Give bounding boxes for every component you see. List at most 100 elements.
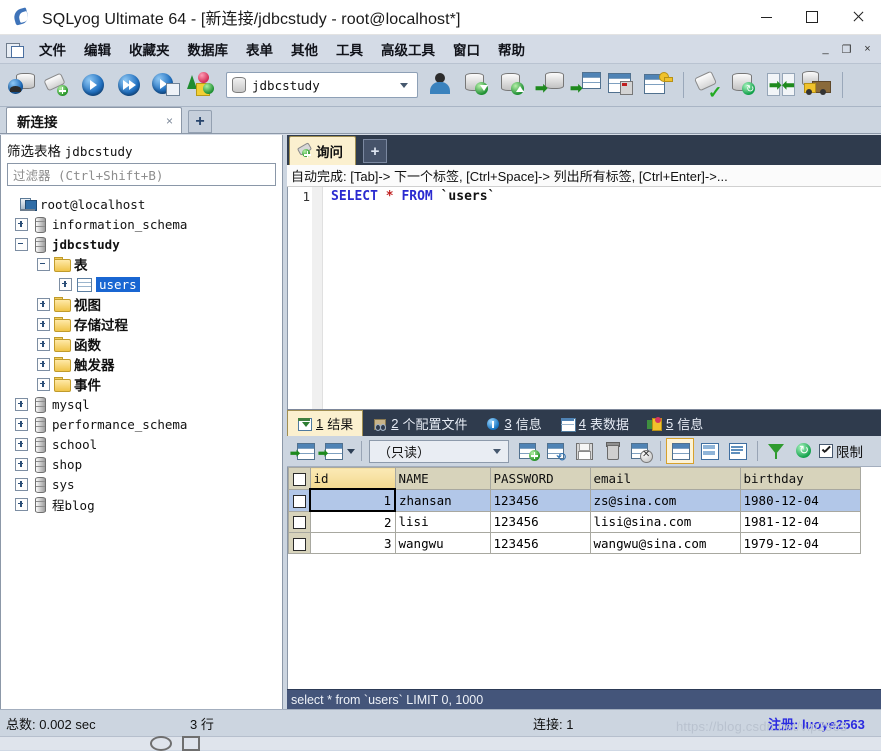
- row-select-checkbox[interactable]: [288, 532, 311, 554]
- close-button[interactable]: [835, 0, 881, 34]
- data-sync-icon[interactable]: ➡ ➡: [763, 68, 797, 102]
- sql-code[interactable]: SELECT * FROM `users`: [323, 187, 881, 409]
- expander-plus-icon[interactable]: [15, 497, 28, 511]
- insert-row-icon[interactable]: [515, 439, 541, 463]
- cell-name[interactable]: wangwu: [394, 532, 491, 554]
- cell-id[interactable]: 3: [309, 532, 396, 554]
- restore-database-icon[interactable]: [496, 68, 530, 102]
- menu-tools[interactable]: 工具: [327, 36, 372, 62]
- sql-editor[interactable]: 1 SELECT * FROM `users`: [287, 187, 881, 409]
- save-changes-icon[interactable]: [571, 439, 597, 463]
- execute-query-new-tab-icon[interactable]: [148, 68, 182, 102]
- user-manager-icon[interactable]: [424, 68, 458, 102]
- new-connection-icon[interactable]: [4, 68, 38, 102]
- results-tab-result[interactable]: 1 结果: [287, 410, 364, 436]
- cell-name[interactable]: lisi: [394, 510, 491, 533]
- add-connection-tab-button[interactable]: +: [188, 110, 212, 133]
- cell-email[interactable]: zs@sina.com: [589, 488, 741, 512]
- tree-node-performance-schema[interactable]: performance_schema: [1, 414, 282, 434]
- results-tab-objects-info[interactable]: 5 信息: [638, 411, 712, 436]
- import-external-data-icon[interactable]: ➡: [532, 68, 566, 102]
- tree-node-triggers-folder[interactable]: 触发器: [1, 354, 282, 374]
- menu-help[interactable]: 帮助: [489, 36, 534, 62]
- row-select-checkbox[interactable]: [288, 510, 311, 533]
- cell-name[interactable]: zhansan: [394, 488, 491, 512]
- refresh-icon[interactable]: ↻: [791, 439, 817, 463]
- new-query-tab-icon[interactable]: [40, 68, 74, 102]
- filter-icon[interactable]: [763, 439, 789, 463]
- form-layout-icon[interactable]: [696, 439, 722, 463]
- table-diagnostics-icon[interactable]: [604, 68, 638, 102]
- tree-node-procedures-folder[interactable]: 存储过程: [1, 314, 282, 334]
- cell-id[interactable]: 1: [309, 488, 396, 512]
- row-select-checkbox[interactable]: [288, 488, 311, 512]
- expander-plus-icon[interactable]: [15, 457, 28, 471]
- results-tab-profile[interactable]: 2 个配置文件: [363, 411, 476, 436]
- expander-plus-icon[interactable]: [15, 477, 28, 491]
- export-as-csv-icon[interactable]: ➡: [568, 68, 602, 102]
- cell-birthday[interactable]: 1979-12-04: [739, 532, 861, 554]
- expander-plus-icon[interactable]: [37, 377, 50, 391]
- cell-password[interactable]: 123456: [489, 488, 591, 512]
- expander-plus-icon[interactable]: [37, 357, 50, 371]
- results-grid[interactable]: id NAME PASSWORD email birthday 1 zhansa…: [287, 467, 881, 689]
- tree-node-school[interactable]: school: [1, 434, 282, 454]
- connection-tab-new[interactable]: 新连接 ×: [6, 107, 182, 133]
- menu-file[interactable]: 文件: [30, 36, 75, 62]
- execute-query-icon[interactable]: [76, 68, 110, 102]
- duplicate-row-icon[interactable]: ⟲: [543, 439, 569, 463]
- column-header-birthday[interactable]: birthday: [739, 467, 861, 490]
- text-layout-icon[interactable]: [724, 439, 750, 463]
- select-all-checkbox[interactable]: [288, 467, 311, 490]
- manage-indexes-icon[interactable]: [640, 68, 674, 102]
- filter-input[interactable]: 过滤器 (Ctrl+Shift+B): [7, 163, 276, 186]
- query-tab[interactable]: 询问: [289, 136, 356, 165]
- menu-powertools[interactable]: 高级工具: [372, 36, 444, 62]
- results-tab-table-data[interactable]: 4 表数据: [551, 411, 638, 436]
- cell-birthday[interactable]: 1980-12-04: [739, 488, 861, 512]
- tree-node-views-folder[interactable]: 视图: [1, 294, 282, 314]
- minimize-button[interactable]: [743, 0, 789, 34]
- tree-node-events-folder[interactable]: 事件: [1, 374, 282, 394]
- tree-node-functions-folder[interactable]: 函数: [1, 334, 282, 354]
- tree-node-tables-folder[interactable]: 表: [1, 254, 282, 274]
- cancel-changes-icon[interactable]: ✕: [627, 439, 653, 463]
- expander-plus-icon[interactable]: [15, 437, 28, 451]
- menu-window[interactable]: 窗口: [444, 36, 489, 62]
- results-tab-messages[interactable]: 3 信息: [477, 411, 551, 436]
- edit-mode-select[interactable]: （只读）: [369, 439, 509, 463]
- tree-node-sys[interactable]: sys: [1, 474, 282, 494]
- schema-sync-icon[interactable]: ↻: [727, 68, 761, 102]
- tree-node-mysql[interactable]: mysql: [1, 394, 282, 414]
- mdi-minimize-button[interactable]: _: [816, 40, 835, 59]
- expander-plus-icon[interactable]: [59, 277, 72, 291]
- grid-view-icon[interactable]: ➡: [290, 439, 316, 463]
- table-row[interactable]: 3 wangwu 123456 wangwu@sina.com 1979-12-…: [288, 532, 861, 554]
- expander-plus-icon[interactable]: [37, 337, 50, 351]
- column-header-id[interactable]: id: [309, 467, 396, 490]
- cell-email[interactable]: lisi@sina.com: [589, 510, 741, 533]
- menu-edit[interactable]: 编辑: [75, 36, 120, 62]
- mdi-restore-button[interactable]: ❐: [837, 40, 856, 59]
- execute-all-queries-icon[interactable]: [112, 68, 146, 102]
- expander-plus-icon[interactable]: [37, 317, 50, 331]
- limit-rows-checkbox[interactable]: 限制: [819, 441, 863, 461]
- tree-node-cheng-blog[interactable]: 程blog: [1, 494, 282, 514]
- expander-plus-icon[interactable]: [37, 297, 50, 311]
- cell-password[interactable]: 123456: [489, 532, 591, 554]
- column-header-name[interactable]: NAME: [394, 467, 491, 490]
- sql-formatter-icon[interactable]: ✓: [691, 68, 725, 102]
- cell-id[interactable]: 2: [309, 510, 396, 533]
- tree-node-jdbcstudy[interactable]: jdbcstudy: [1, 234, 282, 254]
- column-header-email[interactable]: email: [589, 467, 741, 490]
- maximize-button[interactable]: [789, 0, 835, 34]
- tree-node-shop[interactable]: shop: [1, 454, 282, 474]
- menu-other[interactable]: 其他: [282, 36, 327, 62]
- expander-plus-icon[interactable]: [15, 417, 28, 431]
- expander-minus-icon[interactable]: [15, 237, 28, 251]
- grid-options-icon[interactable]: ➡: [318, 439, 344, 463]
- cell-password[interactable]: 123456: [489, 510, 591, 533]
- tree-node-root-localhost[interactable]: root@localhost: [1, 194, 282, 214]
- expander-minus-icon[interactable]: [37, 257, 50, 271]
- expander-plus-icon[interactable]: [15, 217, 28, 231]
